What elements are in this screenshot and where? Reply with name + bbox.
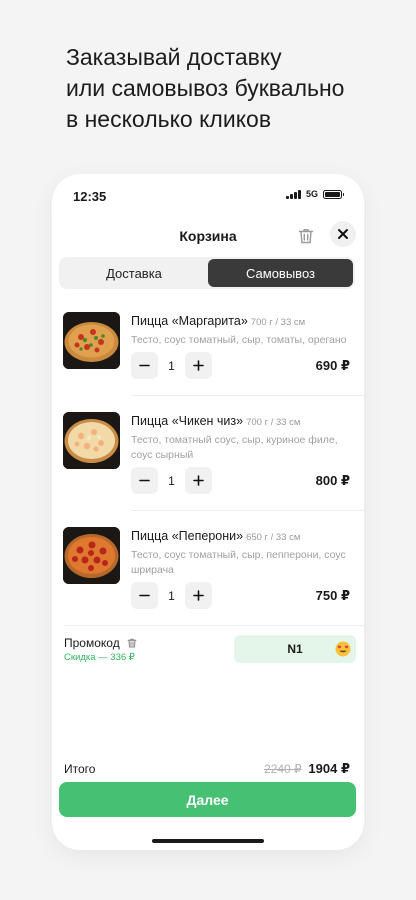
pizza-chicken-cheese-image [63,412,120,469]
headline-line-3: в несколько кликов [66,106,272,132]
plus-icon [193,590,204,601]
promo-code-value: N1 [287,642,303,656]
promo-label-row: Промокод [64,636,138,650]
heart-eyes-emoji-icon [335,641,351,657]
headline-line-1: Заказывай доставку [66,44,282,70]
promo-discount: Скидка — 336 ₽ [64,652,135,663]
item-divider [131,395,364,396]
next-button[interactable]: Далее [59,782,356,817]
headline-line-2: или самовывоз буквально [66,75,345,101]
decrease-button[interactable] [131,582,158,609]
tab-pickup[interactable]: Самовывоз [208,259,353,287]
item-description: Тесто, соус томатный, сыр, пепперони, со… [131,549,346,576]
promo-label: Промокод [64,636,120,650]
close-icon [338,229,348,239]
item-description: Тесто, томатный соус, сыр, куриное филе,… [131,434,338,461]
item-description: Тесто, соус томатный, сыр, томаты, орега… [131,334,347,346]
remove-promo-trash-icon[interactable] [126,637,138,649]
item-name-row: Пицца «Пеперони» 650 г / 33 см [131,529,300,543]
total-old-price: 2240 ₽ [264,762,302,776]
item-weight: 650 г / 33 см [246,532,301,543]
home-indicator [152,839,264,843]
quantity-value: 1 [168,358,175,373]
promo-code-field[interactable]: N1 [234,635,356,663]
item-divider [131,510,364,511]
network-label: 5G [305,189,318,199]
decrease-button[interactable] [131,467,158,494]
item-name: Пицца «Чикен чиз» [131,414,244,428]
minus-icon [139,594,150,597]
item-price: 800 ₽ [315,473,350,488]
battery-icon [323,189,344,199]
quantity-value: 1 [168,588,175,603]
increase-button[interactable] [185,352,212,379]
close-button[interactable] [330,221,356,247]
item-divider [64,625,364,626]
page-title: Корзина [179,228,237,244]
item-name: Пицца «Пеперони» [131,529,244,543]
quantity-stepper: 1 [131,467,212,494]
delivery-mode-switch: Доставка Самовывоз [59,257,355,289]
plus-icon [193,475,204,486]
item-weight: 700 г / 33 см [246,417,301,428]
total-price: 1904 ₽ [308,761,350,776]
item-weight: 700 г / 33 см [250,317,306,328]
item-name-row: Пицца «Маргарита» 700 г / 33 см [131,314,305,328]
plus-icon [193,360,204,371]
pizza-margherita-image [63,312,120,369]
status-bar: 12:35 5G [52,174,364,218]
promo-headline: Заказывай доставку или самовывоз букваль… [66,42,386,135]
item-price: 750 ₽ [315,588,350,603]
item-name: Пицца «Маргарита» [131,314,248,328]
clear-cart-trash-icon[interactable] [296,226,316,246]
pizza-pepperoni-image [63,527,120,584]
quantity-stepper: 1 [131,582,212,609]
total-label: Итого [64,762,96,776]
minus-icon [139,479,150,482]
status-time: 12:35 [73,189,107,204]
phone-screen: 12:35 5G Корзина Доставка Самовывоз Пицц… [52,174,364,850]
quantity-stepper: 1 [131,352,212,379]
item-name-row: Пицца «Чикен чиз» 700 г / 33 см [131,414,300,428]
status-icons: 5G [286,189,344,199]
signal-icon [286,189,301,199]
decrease-button[interactable] [131,352,158,379]
increase-button[interactable] [185,467,212,494]
increase-button[interactable] [185,582,212,609]
minus-icon [139,364,150,367]
quantity-value: 1 [168,473,175,488]
item-price: 690 ₽ [315,358,350,373]
tab-delivery[interactable]: Доставка [61,257,207,289]
